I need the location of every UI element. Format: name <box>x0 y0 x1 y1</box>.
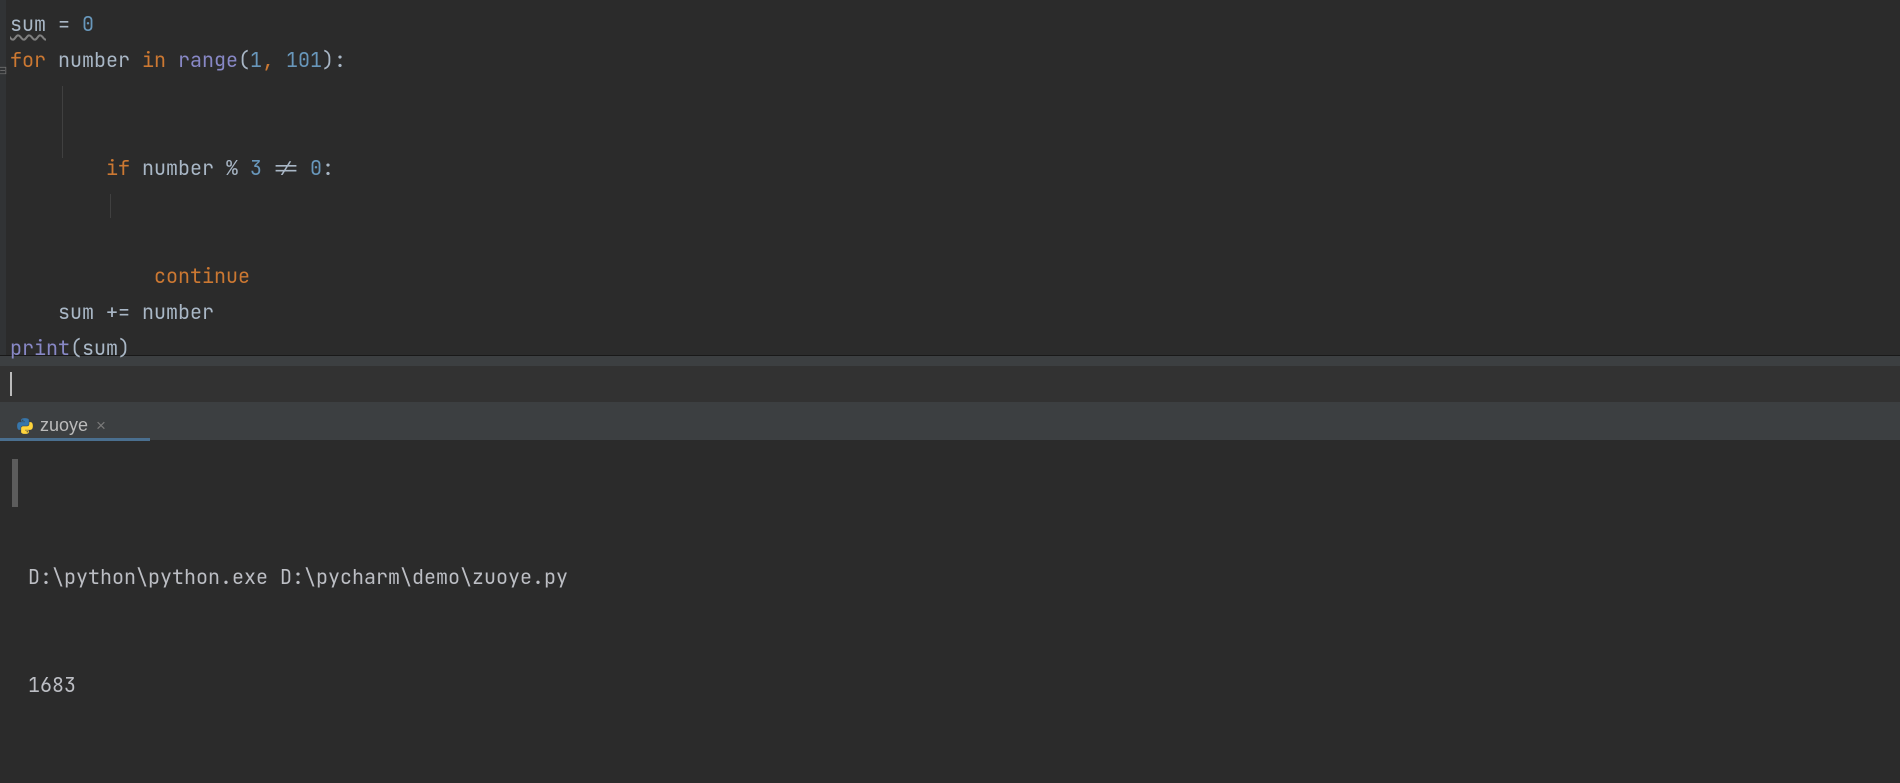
run-console[interactable]: D:\python\python.exe D:\pycharm\demo\zuo… <box>0 441 1900 783</box>
text-caret <box>10 372 12 396</box>
run-tab-zuoye[interactable]: zuoye × <box>8 411 114 440</box>
variable-sum: sum <box>10 11 46 37</box>
code-editor[interactable]: sum = 0 ⊟for number in range(1, 101): if… <box>0 0 1900 356</box>
console-command-line: D:\python\python.exe D:\pycharm\demo\zuo… <box>28 559 1900 595</box>
python-file-icon <box>16 417 34 435</box>
close-icon[interactable]: × <box>94 417 106 434</box>
code-line[interactable]: ⊟for number in range(1, 101): <box>0 42 1900 78</box>
console-scroll-marker <box>12 459 18 507</box>
code-line[interactable]: if number % 3 != 0: <box>0 78 1900 186</box>
code-line[interactable]: print(sum) <box>0 330 1900 366</box>
run-tab-bar: zuoye × <box>0 411 1900 441</box>
fold-marker-icon[interactable]: ⊟ <box>0 53 6 67</box>
code-line[interactable]: sum = 0 <box>0 6 1900 42</box>
console-output-line: 1683 <box>28 667 1900 703</box>
indent-guide <box>110 194 111 218</box>
code-line[interactable]: sum += number <box>0 294 1900 330</box>
indent-guide <box>62 86 63 158</box>
code-line-current[interactable] <box>0 366 1900 402</box>
code-line[interactable]: continue <box>0 186 1900 294</box>
run-tab-label: zuoye <box>40 415 88 436</box>
